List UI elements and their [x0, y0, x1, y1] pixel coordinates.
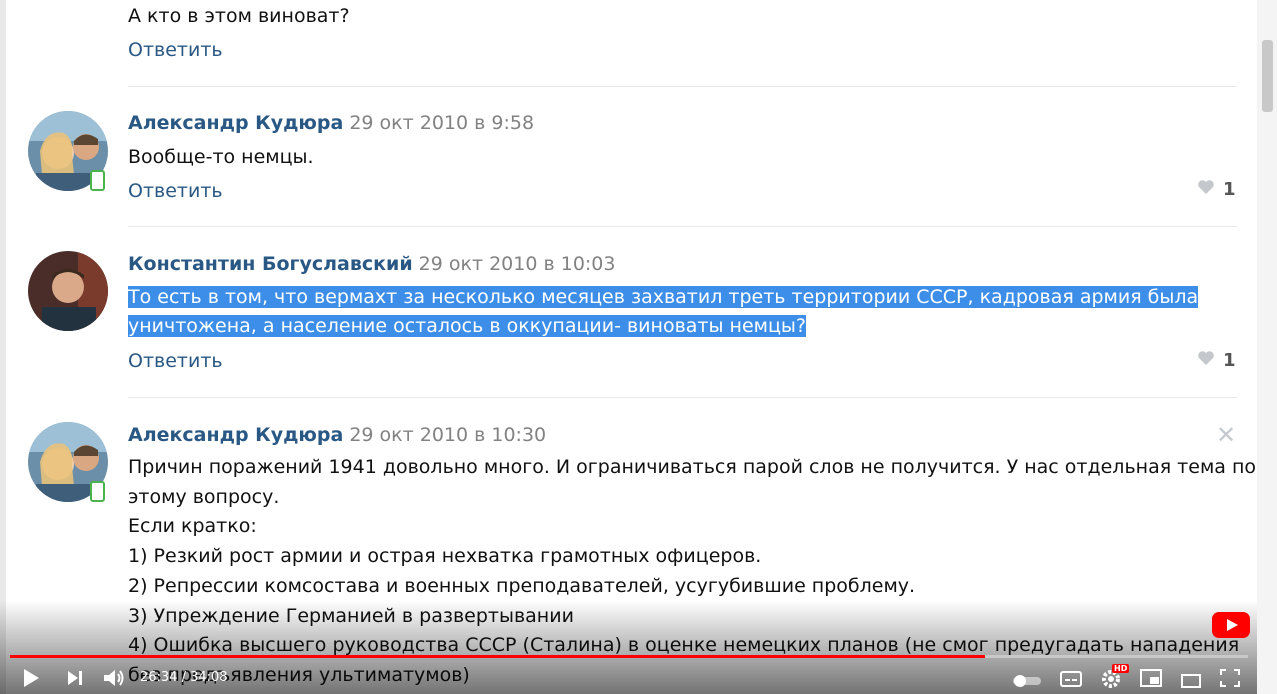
close-icon[interactable]: ✕ — [1216, 421, 1236, 449]
selected-text: То есть в том, что вермахт за несколько … — [128, 286, 1199, 308]
comment-header: Константин Богуславский 29 окт 2010 в 10:… — [128, 253, 615, 275]
like-button[interactable]: 1 — [1197, 179, 1236, 200]
comment-divider — [128, 86, 1237, 87]
online-mobile-icon — [90, 481, 105, 502]
comment-divider — [128, 226, 1237, 227]
comment-divider — [128, 397, 1237, 398]
comment-text: А кто в этом виноват? — [128, 5, 350, 27]
comment-text-line: 2) Репрессии комсостава и военных препод… — [128, 575, 916, 597]
comments-thread: А кто в этом виноват? Ответить Александр… — [0, 0, 1257, 694]
hd-badge: HD — [1112, 664, 1130, 673]
like-count: 1 — [1223, 179, 1236, 200]
reply-link[interactable]: Ответить — [128, 350, 223, 372]
author-name[interactable]: Константин Богуславский — [128, 253, 413, 275]
comment-header: Александр Кудюра 29 окт 2010 в 9:58 — [128, 112, 534, 134]
time-display: 26:34 / 34:08 — [140, 670, 228, 685]
progress-played — [10, 655, 985, 658]
comment-text-line: То есть в том, что вермахт за несколько … — [128, 286, 1199, 308]
comment-text-line: этому вопросу. — [128, 486, 280, 508]
online-mobile-icon — [90, 170, 105, 191]
author-name[interactable]: Александр Кудюра — [128, 424, 343, 446]
comment-text-line: 4) Ошибка высшего руководства СССР (Стал… — [128, 634, 1240, 656]
like-count: 1 — [1223, 350, 1236, 371]
autoplay-toggle-icon[interactable] — [1012, 671, 1042, 691]
like-button[interactable]: 1 — [1197, 350, 1236, 371]
author-name[interactable]: Александр Кудюра — [128, 112, 343, 134]
comment-text-line: 1) Резкий рост армии и острая нехватка г… — [128, 545, 762, 567]
volume-icon[interactable] — [102, 667, 126, 692]
comment-date[interactable]: 29 окт 2010 в 9:58 — [349, 112, 534, 134]
miniplayer-icon[interactable] — [1140, 669, 1162, 690]
comment-text: Вообще-то немцы. — [128, 146, 314, 168]
next-icon[interactable] — [66, 669, 84, 690]
play-icon[interactable] — [22, 668, 40, 691]
settings-gear-icon[interactable]: HD — [1100, 664, 1130, 693]
youtube-logo-icon[interactable] — [1212, 612, 1250, 638]
comment-date[interactable]: 29 окт 2010 в 10:03 — [419, 253, 616, 275]
comment-date[interactable]: 29 окт 2010 в 10:30 — [349, 424, 546, 446]
heart-icon — [1197, 179, 1215, 200]
comment-text-line: Причин поражений 1941 довольно много. И … — [128, 456, 1257, 478]
scrollbar-thumb[interactable] — [1262, 40, 1273, 112]
heart-icon — [1197, 350, 1215, 371]
selected-text: уничтожена, а население осталось в оккуп… — [128, 315, 806, 337]
comment-text-line: Если кратко: — [128, 515, 257, 537]
comment-header: Александр Кудюра 29 окт 2010 в 10:30 — [128, 424, 546, 446]
reply-link[interactable]: Ответить — [128, 180, 223, 202]
theater-mode-icon[interactable] — [1181, 671, 1201, 691]
fullscreen-icon[interactable] — [1220, 669, 1240, 690]
avatar[interactable] — [28, 251, 108, 331]
comment-text-line: уничтожена, а население осталось в оккуп… — [128, 315, 806, 337]
subtitles-icon[interactable] — [1060, 670, 1082, 690]
reply-link[interactable]: Ответить — [128, 39, 223, 61]
comment-text-line: 3) Упреждение Германией в развертывании — [128, 605, 574, 627]
